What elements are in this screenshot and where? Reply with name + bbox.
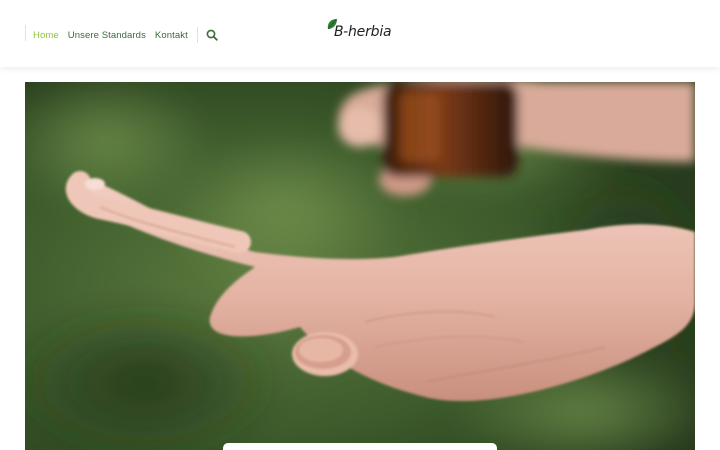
search-icon[interactable]: [206, 29, 218, 41]
main-navigation: Home Unsere Standards Kontakt: [33, 27, 218, 43]
logo-text: B-herbia: [334, 24, 392, 40]
nav-item-home[interactable]: Home: [33, 30, 59, 41]
site-header: Home Unsere Standards Kontakt B-herbia: [0, 0, 720, 67]
nav-divider: [25, 25, 26, 41]
nav-item-kontakt[interactable]: Kontakt: [155, 30, 188, 41]
nav-divider: [196, 27, 198, 43]
site-logo[interactable]: B-herbia: [326, 18, 392, 44]
hero-content-card: [223, 443, 497, 450]
nav-item-unsere-standards[interactable]: Unsere Standards: [68, 30, 146, 41]
hero-image: [25, 82, 695, 450]
leaf-icon: [327, 19, 337, 30]
hand-oil-photo: [25, 82, 695, 450]
